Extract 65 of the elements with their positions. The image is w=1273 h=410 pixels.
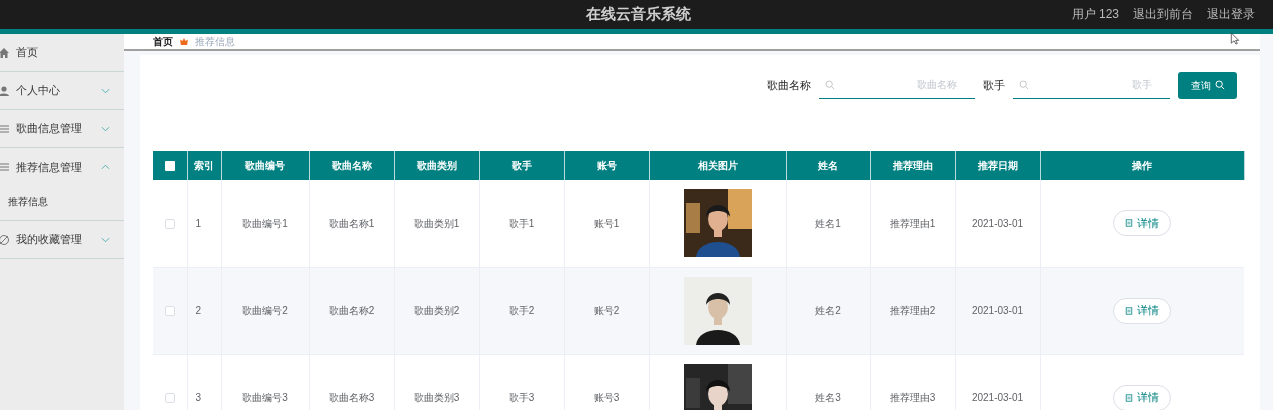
row-checkbox[interactable] (164, 219, 175, 230)
breadcrumb-link[interactable]: 首页 (153, 34, 173, 49)
table-cell: 歌曲类别3 (394, 354, 479, 410)
table-cell: 歌曲编号1 (221, 180, 309, 267)
details-button[interactable]: 详情 (1113, 297, 1172, 324)
sidebar-item[interactable]: 首页 (0, 34, 124, 72)
crown-icon (180, 38, 188, 45)
table-cell: 2021-03-01 (955, 354, 1040, 410)
sidebar-item[interactable]: 我的收藏管理 (0, 221, 124, 259)
table-cell: 歌手3 (479, 354, 564, 410)
table-cell: 歌曲名称3 (309, 354, 394, 410)
sidebar-item[interactable]: 歌曲信息管理 (0, 110, 124, 148)
sidebar-label: 个人中心 (16, 83, 61, 99)
table-cell: 账号1 (564, 180, 649, 267)
table-cell: 推荐理由2 (870, 267, 955, 354)
list-icon (0, 161, 10, 173)
document-icon (1125, 306, 1134, 315)
table-cell: 推荐理由3 (870, 354, 955, 410)
table-cell: 姓名3 (786, 354, 870, 410)
table-cell: 推荐理由1 (870, 180, 955, 267)
user-link[interactable]: 用户 123 (1071, 5, 1119, 23)
table-cell: 歌曲编号2 (221, 267, 309, 354)
field-label: 歌手 (983, 77, 1005, 93)
search-icon (1019, 80, 1029, 90)
field-label: 歌曲名称 (767, 77, 811, 93)
document-icon (1125, 393, 1134, 402)
table-cell: 2 (187, 267, 221, 354)
details-button[interactable]: 详情 (1113, 384, 1172, 410)
search-button[interactable]: 查询 (1178, 71, 1237, 99)
document-icon (1125, 219, 1134, 228)
sidebar-item[interactable]: 推荐信息管理 (0, 148, 124, 186)
sidebar-subitem[interactable]: 推荐信息 (0, 186, 124, 216)
table-cell: 账号3 (564, 354, 649, 410)
sidebar-label: 首页 (16, 45, 39, 61)
table-cell: 歌手2 (479, 267, 564, 354)
row-checkbox[interactable] (164, 306, 175, 317)
search-icon (1214, 80, 1225, 90)
table-cell: 2021-03-01 (955, 180, 1040, 267)
header-link[interactable]: 退出登录 (1207, 5, 1255, 23)
table-cell: 1 (187, 180, 221, 267)
home-icon (0, 46, 10, 59)
user-icon (0, 84, 10, 97)
row-checkbox[interactable] (164, 393, 175, 404)
search-icon (825, 80, 835, 90)
table-cell: 姓名2 (786, 267, 870, 354)
table-cell: 3 (187, 354, 221, 410)
circle-slash-icon (0, 233, 10, 246)
table-cell: 2021-03-01 (955, 267, 1040, 354)
table-cell: 姓名1 (786, 180, 870, 267)
table-cell: 歌曲类别2 (394, 267, 479, 354)
sidebar-label: 歌曲信息管理 (16, 121, 83, 137)
sidebar-label: 推荐信息管理 (16, 159, 83, 175)
table-cell: 歌曲编号3 (221, 354, 309, 410)
table-cell: 账号2 (564, 267, 649, 354)
list-icon (0, 122, 10, 135)
table-cell: 歌手1 (479, 180, 564, 267)
details-button[interactable]: 详情 (1113, 210, 1172, 237)
table-cell: 歌曲类别1 (394, 180, 479, 267)
table-cell: 歌曲名称2 (309, 267, 394, 354)
sidebar-label: 我的收藏管理 (16, 232, 83, 248)
app-title: 在线云音乐系统 (586, 4, 691, 24)
select-all-checkbox[interactable] (164, 161, 175, 172)
header-link[interactable]: 退出到前台 (1133, 5, 1193, 23)
table-cell: 歌曲名称1 (309, 180, 394, 267)
sidebar-item[interactable]: 个人中心 (0, 72, 124, 110)
